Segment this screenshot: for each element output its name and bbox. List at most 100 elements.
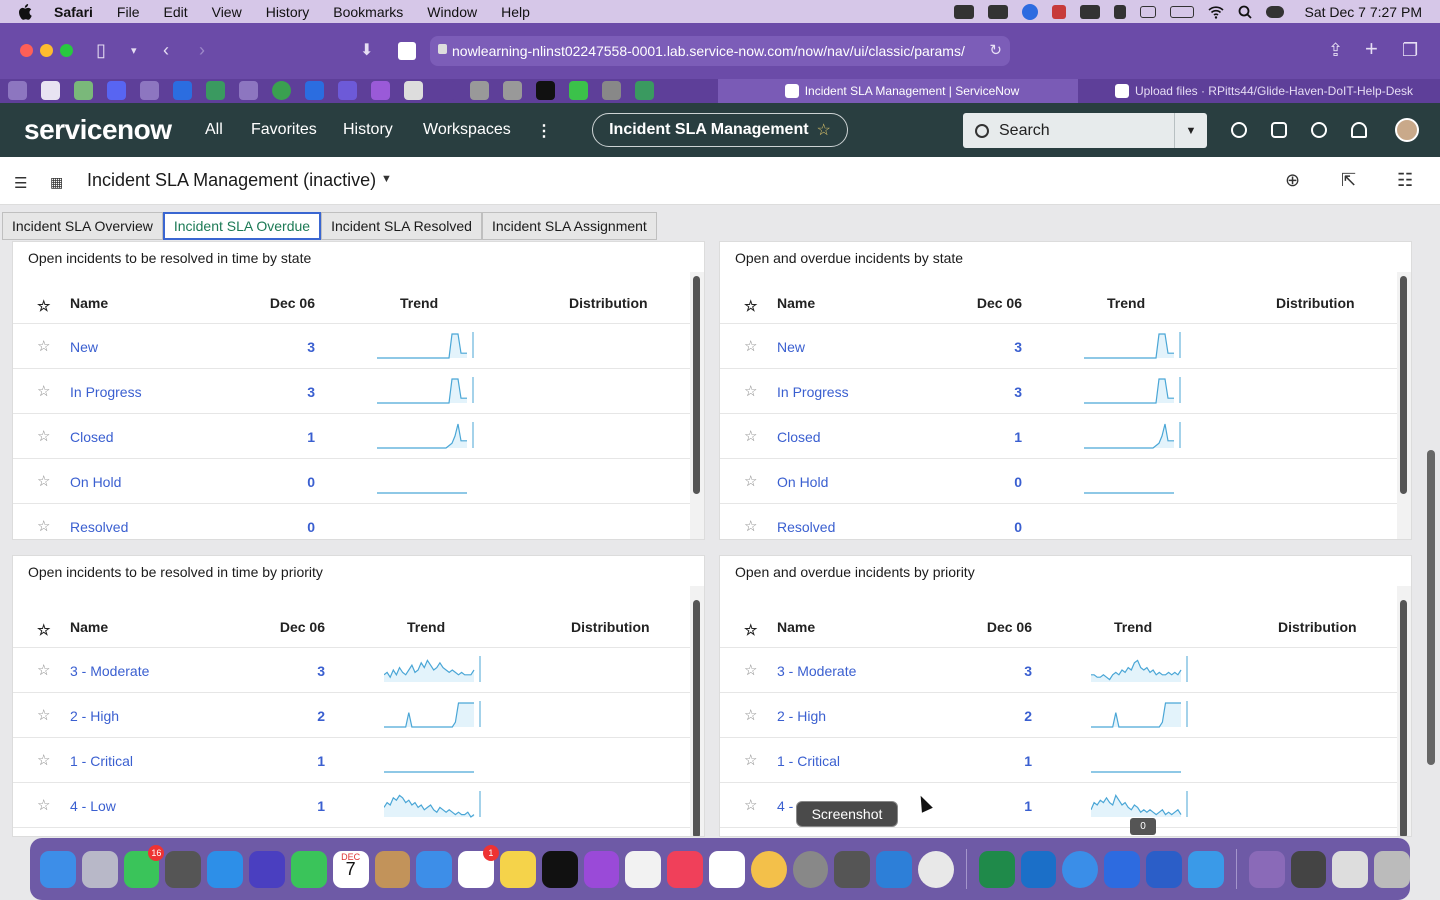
system-settings-icon[interactable] [792,850,829,888]
row-name-link[interactable]: On Hold [777,474,828,490]
battery-icon[interactable] [1170,5,1195,18]
row-value-link[interactable]: 3 [962,384,1022,400]
row-name-link[interactable]: On Hold [70,474,121,490]
row-favorite-star-icon[interactable]: ☆ [37,661,50,679]
security-status-icon[interactable] [1052,4,1067,19]
row-favorite-star-icon[interactable]: ☆ [744,796,757,814]
favorite-all-star-icon[interactable]: ☆ [37,621,50,639]
row-value-link[interactable]: 1 [265,798,325,814]
row-value-link[interactable]: 1 [962,429,1022,445]
trend-sparkline[interactable] [1084,465,1182,495]
servicenow-tab-icon[interactable] [635,81,654,100]
table-row[interactable]: ☆ 4 - Low 1 [13,783,690,828]
row-value-link[interactable]: 3 [255,384,315,400]
photos-icon[interactable] [750,850,787,888]
facetime-icon[interactable] [290,850,327,888]
chrome-icon[interactable] [918,850,954,888]
trend-sparkline[interactable] [384,699,482,729]
trend-sparkline[interactable] [377,375,475,405]
messages-icon[interactable]: 16 [123,844,165,888]
table-row[interactable]: ☆ On Hold 0 [720,459,1397,504]
recent-item-icon[interactable] [1332,850,1369,888]
new-tab-icon[interactable]: + [1365,36,1378,62]
jira-tab-icon[interactable] [173,81,192,100]
finder-icon[interactable] [40,850,76,888]
row-name-link[interactable]: New [70,339,98,355]
sidebar-toggle-icon[interactable]: ▯ [96,40,106,61]
column-date-header[interactable]: Dec 06 [265,619,325,635]
menubar-clock[interactable]: Sat Dec 7 7:27 PM [1304,4,1422,20]
trash-icon[interactable] [1374,850,1410,888]
dashboard-picker-caret-icon[interactable]: ▼ [381,173,392,185]
apple-tv-icon[interactable] [541,850,578,888]
row-value-link[interactable]: 0 [255,474,315,490]
launchpad-icon[interactable] [81,850,118,888]
monday-tab-icon[interactable] [239,81,258,100]
row-value-link[interactable]: 1 [972,753,1032,769]
screenshot-icon[interactable] [834,850,871,888]
trend-sparkline[interactable] [377,420,475,450]
row-value-link[interactable]: 1 [255,429,315,445]
row-value-link[interactable]: 3 [962,339,1022,355]
row-value-link[interactable]: 0 [255,519,315,535]
table-row[interactable]: ☆ 1 - Critical 1 [13,738,690,783]
status-app-icon[interactable] [954,4,975,19]
table-row[interactable]: ☆ 3 - Moderate 3 [720,648,1397,693]
status-grid-icon[interactable] [988,4,1009,19]
aws-tab-icon[interactable] [536,81,555,100]
favorite-star-icon[interactable]: ☆ [817,120,831,140]
table-row[interactable]: ☆ New 3 [720,324,1397,369]
leaf-icon[interactable] [1114,4,1127,19]
trend-sparkline[interactable] [1084,375,1182,405]
notes-icon[interactable] [499,850,536,888]
row-favorite-star-icon[interactable]: ☆ [744,427,757,445]
row-value-link[interactable]: 1 [265,753,325,769]
word-icon[interactable] [1146,850,1182,888]
row-name-link[interactable]: 2 - High [70,708,119,724]
row-favorite-star-icon[interactable]: ☆ [37,337,50,355]
apple-icon[interactable] [18,3,40,20]
control-center-icon[interactable] [1266,5,1285,18]
globe-icon[interactable] [1231,122,1247,138]
dashboard-grid-icon[interactable]: ▦ [50,174,63,191]
pinned-tab-icon[interactable] [602,81,621,100]
favorite-all-star-icon[interactable]: ☆ [744,297,757,315]
widget-scrollbar[interactable] [693,276,700,494]
nav-all[interactable]: All [205,121,223,139]
notion-icon[interactable] [709,850,745,888]
back-icon[interactable]: ‹ [163,40,169,61]
gmail-tab-icon[interactable] [41,81,60,100]
row-name-link[interactable]: 4 - [777,798,793,814]
row-value-link[interactable]: 2 [265,708,325,724]
menu-window[interactable]: Window [427,4,477,20]
contacts-icon[interactable] [374,850,411,888]
prism-icon[interactable] [249,850,285,888]
row-favorite-star-icon[interactable]: ☆ [37,472,50,490]
docs-tab-icon[interactable] [305,81,324,100]
add-widget-icon[interactable]: ⊕ [1285,170,1300,191]
pinned-tab-icon[interactable] [470,81,489,100]
row-favorite-star-icon[interactable]: ☆ [37,706,50,724]
row-name-link[interactable]: 2 - High [777,708,826,724]
column-name-header[interactable]: Name [70,619,108,635]
calendar-icon[interactable]: DEC 7 [332,850,369,888]
minimize-window-button[interactable] [40,44,53,57]
trend-sparkline[interactable] [1091,744,1189,774]
podcasts-icon[interactable] [583,850,620,888]
column-name-header[interactable]: Name [777,619,815,635]
table-row[interactable]: ☆ Closed 1 [13,414,690,459]
share-dashboard-icon[interactable]: ⇱ [1341,170,1356,191]
dashboard-settings-icon[interactable]: ☷ [1397,170,1413,191]
pinned-tab-icon[interactable] [272,81,291,100]
notifications-bell-icon[interactable] [1351,122,1367,138]
trend-sparkline[interactable] [377,330,475,360]
nav-history[interactable]: History [343,121,393,139]
pinned-tab-icon[interactable] [140,81,159,100]
menu-history[interactable]: History [266,4,310,20]
tab-sla-overdue[interactable]: Incident SLA Overdue [162,212,322,240]
tab-overview-icon[interactable]: ❐ [1402,40,1418,61]
row-favorite-star-icon[interactable]: ☆ [37,382,50,400]
trend-sparkline[interactable] [384,744,482,774]
row-name-link[interactable]: In Progress [70,384,142,400]
menu-safari[interactable]: Safari [54,4,93,20]
